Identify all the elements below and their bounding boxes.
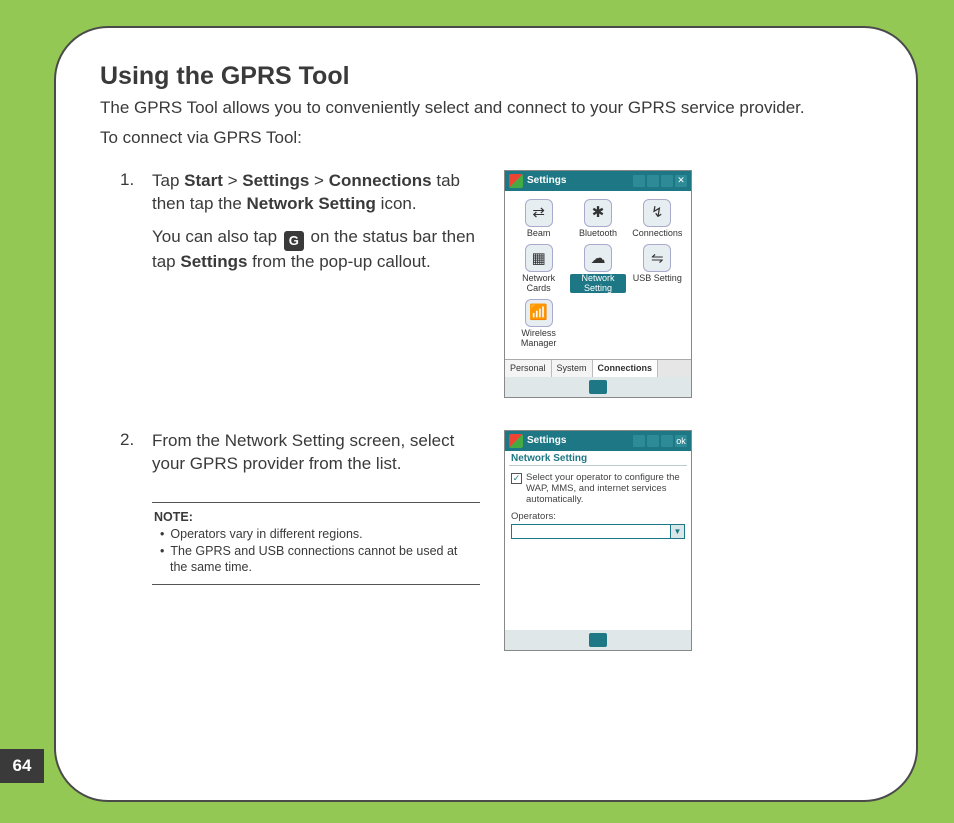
txt: > xyxy=(309,171,328,190)
step-2-row: 2. From the Network Setting screen, sele… xyxy=(120,430,872,651)
grid-item-network-cards: ▦ Network Cards xyxy=(511,244,566,293)
screenshot-settings-connections: Settings ✕ ⇄ Beam ✱ Bluetooth ↯ Connections… xyxy=(504,170,692,398)
close-icon: ✕ xyxy=(675,175,687,187)
tab-connections: Connections xyxy=(593,360,659,377)
bluetooth-icon: ✱ xyxy=(584,199,612,227)
label: Beam xyxy=(527,229,551,238)
step-2: 2. From the Network Setting screen, sele… xyxy=(120,430,480,486)
step-2-para: From the Network Setting screen, select … xyxy=(152,430,480,476)
shot2-titlebar: Settings ok xyxy=(505,431,691,451)
label: USB Setting xyxy=(633,274,682,283)
step-2-text: 2. From the Network Setting screen, sele… xyxy=(120,430,480,585)
screenshot-network-setting: Settings ok Network Setting ✓ Select you… xyxy=(504,430,692,651)
shot2-softbar xyxy=(505,630,691,650)
note-bullet-2: The GPRS and USB connections cannot be u… xyxy=(170,543,478,577)
shot1-grid: ⇄ Beam ✱ Bluetooth ↯ Connections ▦ Network C… xyxy=(505,191,691,359)
tray-icon xyxy=(647,175,659,187)
operators-value xyxy=(512,525,670,538)
usb-setting-icon: ⇋ xyxy=(643,244,671,272)
step-1-text: 1. Tap Start > Settings > Connections ta… xyxy=(120,170,480,284)
label: Network Cards xyxy=(511,274,566,293)
tab-personal: Personal xyxy=(505,360,552,377)
operators-combo: ▼ xyxy=(511,524,685,539)
label: Network Setting xyxy=(570,274,625,293)
step-1-para-1: Tap Start > Settings > Connections tab t… xyxy=(152,170,480,216)
kw-network-setting: Network Setting xyxy=(247,194,376,213)
checkbox-icon: ✓ xyxy=(511,473,522,484)
tray-icon xyxy=(633,175,645,187)
tray-icon xyxy=(661,435,673,447)
txt: You can also tap xyxy=(152,227,282,246)
grid-item-wireless-manager: 📶 Wireless Manager xyxy=(511,299,566,348)
operators-label: Operators: xyxy=(511,511,685,522)
page-title: Using the GPRS Tool xyxy=(100,62,872,91)
step-2-number: 2. xyxy=(120,430,142,486)
shot1-tabs: Personal System Connections xyxy=(505,359,691,377)
gprs-status-icon: G xyxy=(284,231,304,251)
note-heading: NOTE: xyxy=(154,509,478,526)
wireless-manager-icon: 📶 xyxy=(525,299,553,327)
tray-icon xyxy=(633,435,645,447)
txt: Tap xyxy=(152,171,184,190)
tab-system: System xyxy=(552,360,593,377)
kw-connections: Connections xyxy=(329,171,432,190)
beam-icon: ⇄ xyxy=(525,199,553,227)
step-1-number: 1. xyxy=(120,170,142,284)
step-1: 1. Tap Start > Settings > Connections ta… xyxy=(120,170,480,284)
kw-start: Start xyxy=(184,171,223,190)
kw-settings: Settings xyxy=(242,171,309,190)
step-1-para-2: You can also tap G on the status bar the… xyxy=(152,226,480,274)
auto-configure-row: ✓ Select your operator to configure the … xyxy=(511,472,685,505)
note-bullet-1: Operators vary in different regions. xyxy=(170,526,478,543)
txt: icon. xyxy=(376,194,417,213)
connections-icon: ↯ xyxy=(643,199,671,227)
intro-paragraph: The GPRS Tool allows you to conveniently… xyxy=(100,97,872,120)
shot2-tray: ok xyxy=(633,435,687,447)
note-block: NOTE: Operators vary in different region… xyxy=(152,502,480,586)
txt: from the pop-up callout. xyxy=(247,252,430,271)
label: Wireless Manager xyxy=(511,329,566,348)
windows-icon xyxy=(509,174,523,188)
windows-icon xyxy=(509,434,523,448)
grid-item-beam: ⇄ Beam xyxy=(511,199,566,238)
grid-item-connections: ↯ Connections xyxy=(630,199,685,238)
step-1-row: 1. Tap Start > Settings > Connections ta… xyxy=(120,170,872,398)
network-cards-icon: ▦ xyxy=(525,244,553,272)
shot1-title: Settings xyxy=(527,175,566,186)
label: Connections xyxy=(632,229,682,238)
auto-configure-text: Select your operator to configure the WA… xyxy=(526,472,685,505)
subintro-paragraph: To connect via GPRS Tool: xyxy=(100,128,872,148)
network-setting-icon: ☁ xyxy=(584,244,612,272)
shot1-softbar xyxy=(505,377,691,397)
shot2-subtitle: Network Setting xyxy=(505,451,691,465)
shot1-tray: ✕ xyxy=(633,175,687,187)
grid-item-usb-setting: ⇋ USB Setting xyxy=(630,244,685,293)
kw-settings-2: Settings xyxy=(180,252,247,271)
chevron-down-icon: ▼ xyxy=(670,525,684,538)
shot2-body: ✓ Select your operator to configure the … xyxy=(505,466,691,630)
shot1-titlebar: Settings ✕ xyxy=(505,171,691,191)
keyboard-icon xyxy=(589,633,607,647)
tray-icon xyxy=(661,175,673,187)
label: Bluetooth xyxy=(579,229,617,238)
grid-item-bluetooth: ✱ Bluetooth xyxy=(570,199,625,238)
shot2-title: Settings xyxy=(527,435,566,446)
ok-icon: ok xyxy=(675,435,687,447)
tray-icon xyxy=(647,435,659,447)
grid-item-network-setting: ☁ Network Setting xyxy=(570,244,625,293)
page-number-badge: 64 xyxy=(0,749,44,783)
manual-page: Using the GPRS Tool The GPRS Tool allows… xyxy=(54,26,918,802)
txt: > xyxy=(223,171,242,190)
keyboard-icon xyxy=(589,380,607,394)
